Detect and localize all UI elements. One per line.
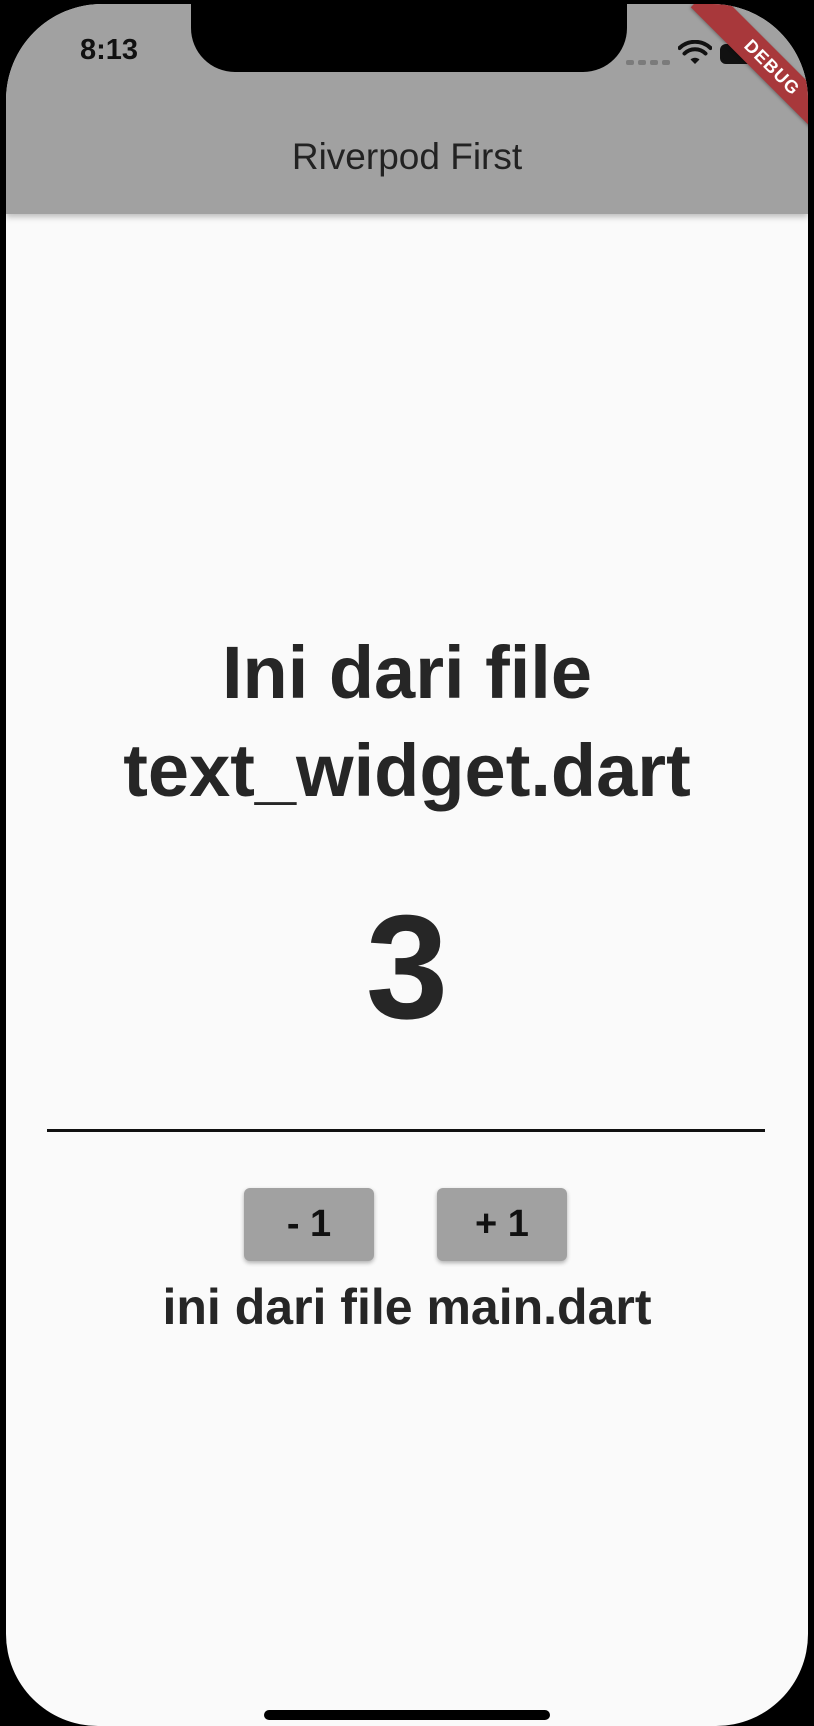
heading-line-2: text_widget.dart xyxy=(123,729,691,812)
increment-button[interactable]: + 1 xyxy=(437,1188,567,1261)
divider xyxy=(47,1129,765,1132)
text-widget-heading: Ini dari file text_widget.dart xyxy=(6,624,808,820)
phone-screen: 8:13 Riverpod First DEBUG Ini dari file … xyxy=(6,4,808,1726)
decrement-button[interactable]: - 1 xyxy=(244,1188,374,1261)
counter-value: 3 xyxy=(365,885,449,1050)
heading-line-1: Ini dari file xyxy=(221,631,593,714)
app-bar-title: Riverpod First xyxy=(291,136,523,177)
device-notch xyxy=(191,4,627,72)
main-dart-label: ini dari file main.dart xyxy=(162,1279,652,1335)
status-time: 8:13 xyxy=(80,34,139,66)
cellular-signal-icon xyxy=(626,60,670,65)
wifi-icon xyxy=(678,40,712,64)
home-indicator[interactable] xyxy=(264,1710,550,1720)
